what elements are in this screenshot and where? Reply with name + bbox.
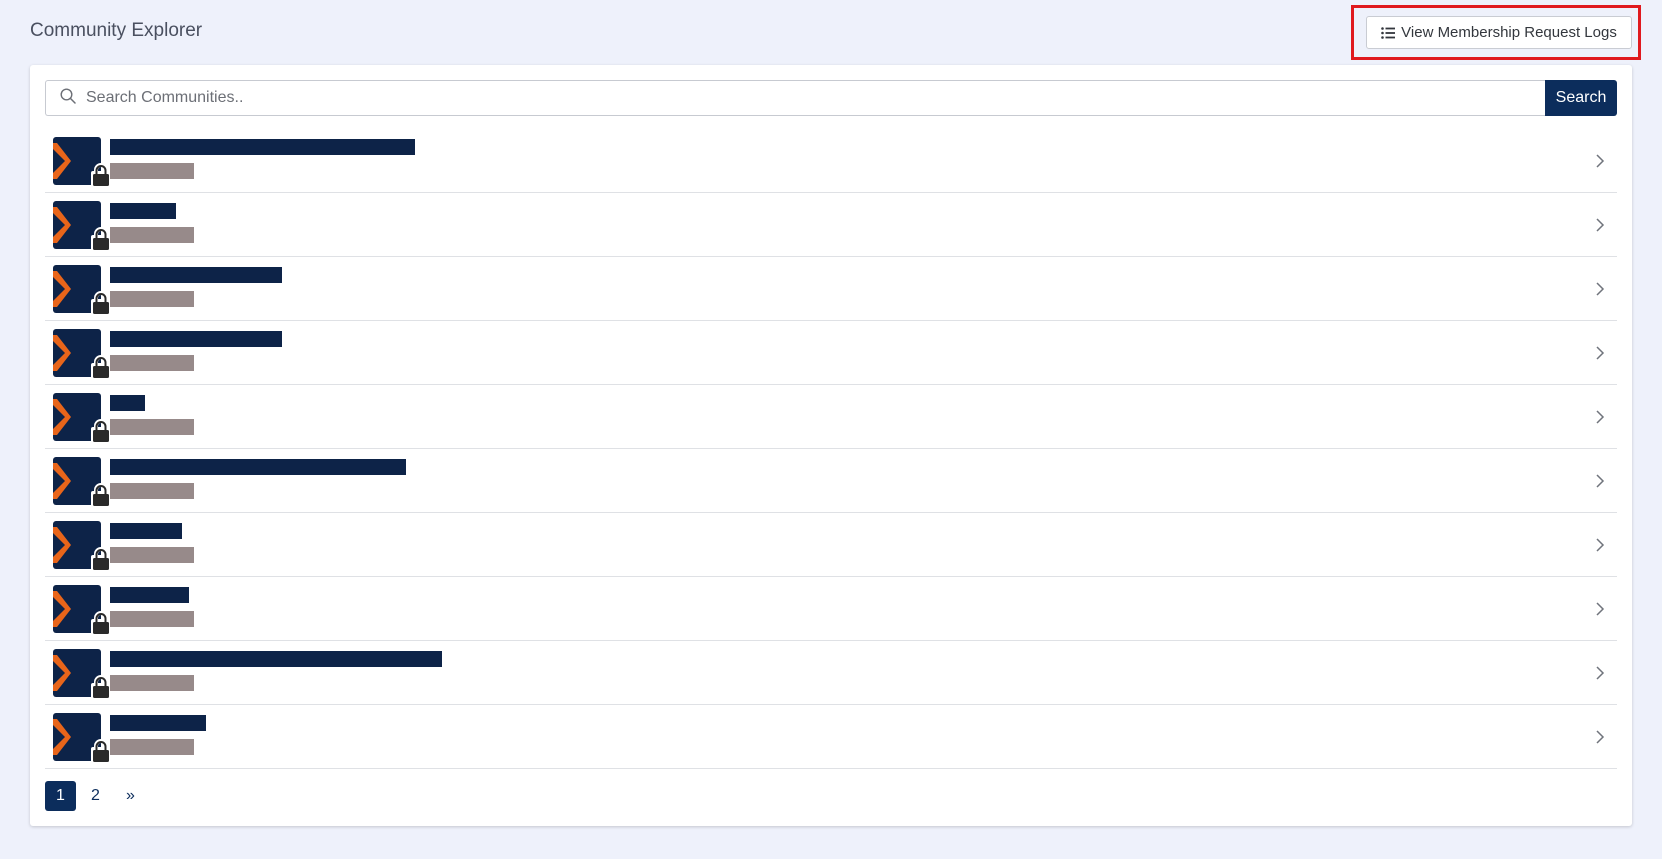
community-avatar	[53, 265, 111, 315]
community-name-redacted	[110, 203, 176, 219]
page-next-link[interactable]: »	[115, 781, 146, 811]
community-avatar	[53, 329, 111, 379]
lock-icon	[91, 547, 111, 571]
search-input[interactable]	[86, 83, 1545, 113]
pagination: 1 2»	[45, 781, 146, 811]
community-subtitle-redacted	[110, 739, 194, 755]
community-subtitle-redacted	[110, 355, 194, 371]
community-row[interactable]	[45, 513, 1617, 577]
community-card: Search Communities.. Search 1 2 »	[30, 65, 1632, 826]
community-list	[45, 129, 1617, 769]
community-row[interactable]	[45, 321, 1617, 385]
lock-icon	[91, 163, 111, 187]
chevron-right-icon	[1595, 729, 1605, 745]
community-name-redacted	[110, 267, 282, 283]
lock-icon	[91, 483, 111, 507]
community-avatar	[53, 521, 111, 571]
community-row[interactable]	[45, 385, 1617, 449]
search-bar: Search	[45, 80, 1617, 116]
community-row[interactable]	[45, 449, 1617, 513]
community-subtitle-redacted	[110, 419, 194, 435]
lock-icon	[91, 611, 111, 635]
community-avatar	[53, 201, 111, 251]
community-subtitle-redacted	[110, 227, 194, 243]
lock-icon	[91, 419, 111, 443]
community-avatar	[53, 393, 111, 443]
lock-icon	[91, 739, 111, 763]
community-name-redacted	[110, 139, 415, 155]
chevron-right-icon	[1595, 665, 1605, 681]
community-row[interactable]	[45, 577, 1617, 641]
community-row[interactable]	[45, 705, 1617, 769]
community-name-redacted	[110, 395, 145, 411]
community-row[interactable]	[45, 257, 1617, 321]
lock-icon	[91, 291, 111, 315]
chevron-right-icon	[1595, 217, 1605, 233]
community-subtitle-redacted	[110, 291, 194, 307]
chevron-right-icon	[1595, 601, 1605, 617]
lock-icon	[91, 227, 111, 251]
chevron-right-icon	[1595, 345, 1605, 361]
search-button[interactable]: Search	[1545, 80, 1617, 116]
community-avatar	[53, 457, 111, 507]
chevron-right-icon	[1595, 473, 1605, 489]
community-name-redacted	[110, 331, 282, 347]
page-link-2[interactable]: 2	[80, 781, 111, 811]
community-subtitle-redacted	[110, 611, 194, 627]
community-avatar	[53, 713, 111, 763]
list-icon	[1381, 26, 1396, 39]
community-row[interactable]	[45, 129, 1617, 193]
community-subtitle-redacted	[110, 163, 194, 179]
community-name-redacted	[110, 459, 406, 475]
community-avatar	[53, 649, 111, 699]
community-subtitle-redacted	[110, 675, 194, 691]
chevron-right-icon	[1595, 409, 1605, 425]
community-row[interactable]	[45, 193, 1617, 257]
page-link-1[interactable]: 1	[45, 781, 76, 811]
search-field[interactable]	[45, 80, 1545, 116]
community-name-redacted	[110, 523, 182, 539]
community-name-redacted	[110, 715, 206, 731]
chevron-right-icon	[1595, 537, 1605, 553]
lock-icon	[91, 355, 111, 379]
community-subtitle-redacted	[110, 547, 194, 563]
search-icon	[60, 87, 76, 109]
logs-button-label: View Membership Request Logs	[1401, 24, 1617, 41]
community-avatar	[53, 137, 111, 187]
community-name-redacted	[110, 651, 442, 667]
community-avatar	[53, 585, 111, 635]
community-row[interactable]	[45, 641, 1617, 705]
chevron-right-icon	[1595, 153, 1605, 169]
community-name-redacted	[110, 587, 189, 603]
chevron-right-icon	[1595, 281, 1605, 297]
lock-icon	[91, 675, 111, 699]
page-title: Community Explorer	[30, 20, 203, 41]
community-subtitle-redacted	[110, 483, 194, 499]
view-membership-request-logs-button[interactable]: View Membership Request Logs	[1366, 16, 1632, 49]
